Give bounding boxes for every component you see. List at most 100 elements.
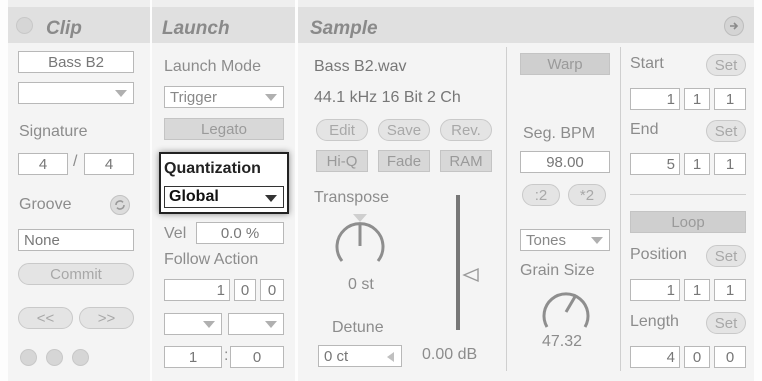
- launch-box: Launch Launch Mode Trigger Legato Quanti…: [152, 0, 295, 381]
- clip-title: Clip: [46, 18, 82, 39]
- arrow-right-icon: [730, 22, 739, 30]
- set-position-button[interactable]: Set: [706, 245, 746, 267]
- detune-value: 0 ct: [324, 347, 349, 365]
- legato-button[interactable]: Legato: [164, 118, 284, 140]
- signature-separator: /: [73, 153, 78, 170]
- clip-titlebar: Clip: [8, 7, 150, 43]
- arrow-left-icon: [387, 352, 394, 362]
- warp-button[interactable]: Warp: [520, 53, 610, 75]
- seg-bpm-field[interactable]: 98.00: [520, 151, 610, 173]
- detune-field[interactable]: 0 ct: [318, 345, 402, 367]
- quantization-dropdown[interactable]: Global: [164, 186, 284, 208]
- loop-button[interactable]: Loop: [630, 211, 746, 233]
- edit-button[interactable]: Edit: [316, 119, 368, 141]
- end-bars-field[interactable]: 5: [630, 153, 680, 175]
- commit-button[interactable]: Commit: [18, 263, 134, 285]
- chevron-down-icon: [265, 94, 277, 101]
- clip-name-field[interactable]: Bass B2: [18, 51, 134, 73]
- length-bars-field[interactable]: 4: [630, 346, 680, 368]
- fade-button[interactable]: Fade: [378, 150, 430, 172]
- sample-titlebar: Sample: [298, 7, 754, 43]
- clip-box: Clip Bass B2 Signature 4 / 4 Groove None…: [8, 0, 150, 381]
- quantization-label: Quantization: [164, 160, 261, 177]
- follow-time-beats-field[interactable]: 0: [234, 279, 256, 301]
- chevron-down-icon: [203, 321, 215, 328]
- sample-file-info: 44.1 kHz 16 Bit 2 Ch: [314, 89, 461, 106]
- grain-size-knob[interactable]: [538, 285, 594, 333]
- start-label: Start: [630, 55, 664, 72]
- follow-time-bars-field[interactable]: 1: [164, 279, 230, 301]
- position-beats-field[interactable]: 1: [684, 279, 710, 301]
- quantization-highlight: Quantization Global: [159, 152, 289, 214]
- expand-sample-button[interactable]: [724, 16, 744, 36]
- show-envelope-box-toggle[interactable]: [46, 349, 63, 366]
- chevron-down-icon: [265, 195, 277, 202]
- hot-swap-groove-button[interactable]: [110, 195, 130, 215]
- groove-field[interactable]: None: [18, 229, 134, 251]
- launch-title: Launch: [162, 18, 230, 39]
- nudge-forward-button[interactable]: >>: [79, 307, 134, 329]
- start-sixteenths-field[interactable]: 1: [714, 88, 746, 110]
- region-divider: [630, 194, 746, 195]
- follow-action-a-dropdown[interactable]: [164, 313, 222, 335]
- launch-mode-dropdown[interactable]: Trigger: [164, 86, 284, 108]
- chevron-down-icon: [115, 90, 127, 97]
- detune-label: Detune: [332, 319, 384, 336]
- half-tempo-button[interactable]: :2: [522, 184, 560, 206]
- hi-q-button[interactable]: Hi-Q: [316, 150, 368, 172]
- show-launch-box-toggle[interactable]: [20, 349, 37, 366]
- gain-value: 0.00 dB: [422, 346, 478, 363]
- start-beats-field[interactable]: 1: [684, 88, 710, 110]
- grain-knob-needle: [564, 294, 578, 313]
- length-beats-field[interactable]: 0: [684, 346, 710, 368]
- transpose-label: Transpose: [314, 189, 389, 206]
- end-sixteenths-field[interactable]: 1: [714, 153, 746, 175]
- warp-mode-dropdown[interactable]: Tones: [520, 229, 610, 251]
- groove-label: Groove: [19, 196, 72, 213]
- sample-body: Bass B2.wav 44.1 kHz 16 Bit 2 Ch Edit Sa…: [298, 43, 754, 381]
- follow-action-b-dropdown[interactable]: [228, 313, 284, 335]
- double-tempo-button[interactable]: *2: [568, 184, 606, 206]
- reverse-button[interactable]: Rev.: [440, 119, 492, 141]
- quantization-value: Global: [169, 188, 219, 205]
- gain-slider-track[interactable]: [456, 195, 460, 330]
- transpose-knob[interactable]: [331, 211, 389, 273]
- sample-title: Sample: [310, 18, 378, 39]
- length-label: Length: [630, 313, 679, 330]
- sample-file-name: Bass B2.wav: [314, 58, 407, 75]
- follow-time-sixteenths-field[interactable]: 0: [260, 279, 284, 301]
- follow-chance-a-field[interactable]: 1: [164, 346, 222, 368]
- signature-numerator-field[interactable]: 4: [18, 153, 68, 175]
- grain-size-value: 47.32: [542, 333, 583, 350]
- chevron-down-icon: [591, 237, 603, 244]
- set-start-button[interactable]: Set: [706, 54, 746, 76]
- length-sixteenths-field[interactable]: 0: [714, 346, 746, 368]
- position-bars-field[interactable]: 1: [630, 279, 680, 301]
- signature-denominator-field[interactable]: 4: [84, 153, 134, 175]
- column-divider: [506, 47, 507, 371]
- gain-slider-handle[interactable]: [462, 267, 480, 283]
- clip-body: Bass B2 Signature 4 / 4 Groove None Comm…: [8, 43, 150, 381]
- ram-button[interactable]: RAM: [440, 150, 492, 172]
- launch-titlebar: Launch: [152, 7, 295, 43]
- clip-color-dropdown[interactable]: [18, 82, 134, 104]
- start-bars-field[interactable]: 1: [630, 88, 680, 110]
- nudge-backward-button[interactable]: <<: [18, 307, 73, 329]
- seg-bpm-label: Seg. BPM: [523, 125, 596, 142]
- launch-body: Launch Mode Trigger Legato Quantization …: [152, 43, 295, 381]
- end-beats-field[interactable]: 1: [684, 153, 710, 175]
- set-length-button[interactable]: Set: [706, 312, 746, 334]
- save-button[interactable]: Save: [378, 119, 430, 141]
- sample-box: Sample Bass B2.wav 44.1 kHz 16 Bit 2 Ch …: [298, 0, 754, 381]
- end-label: End: [630, 121, 659, 138]
- follow-chance-b-field[interactable]: 0: [230, 346, 284, 368]
- launch-mode-label: Launch Mode: [164, 58, 261, 75]
- position-sixteenths-field[interactable]: 1: [714, 279, 746, 301]
- hot-swap-icon: [115, 200, 125, 210]
- set-end-button[interactable]: Set: [706, 120, 746, 142]
- position-label: Position: [630, 246, 687, 263]
- clip-activator-toggle[interactable]: [16, 17, 33, 34]
- warp-mode-value: Tones: [526, 231, 567, 249]
- velocity-field[interactable]: 0.0 %: [196, 222, 284, 244]
- show-sample-box-toggle[interactable]: [72, 349, 89, 366]
